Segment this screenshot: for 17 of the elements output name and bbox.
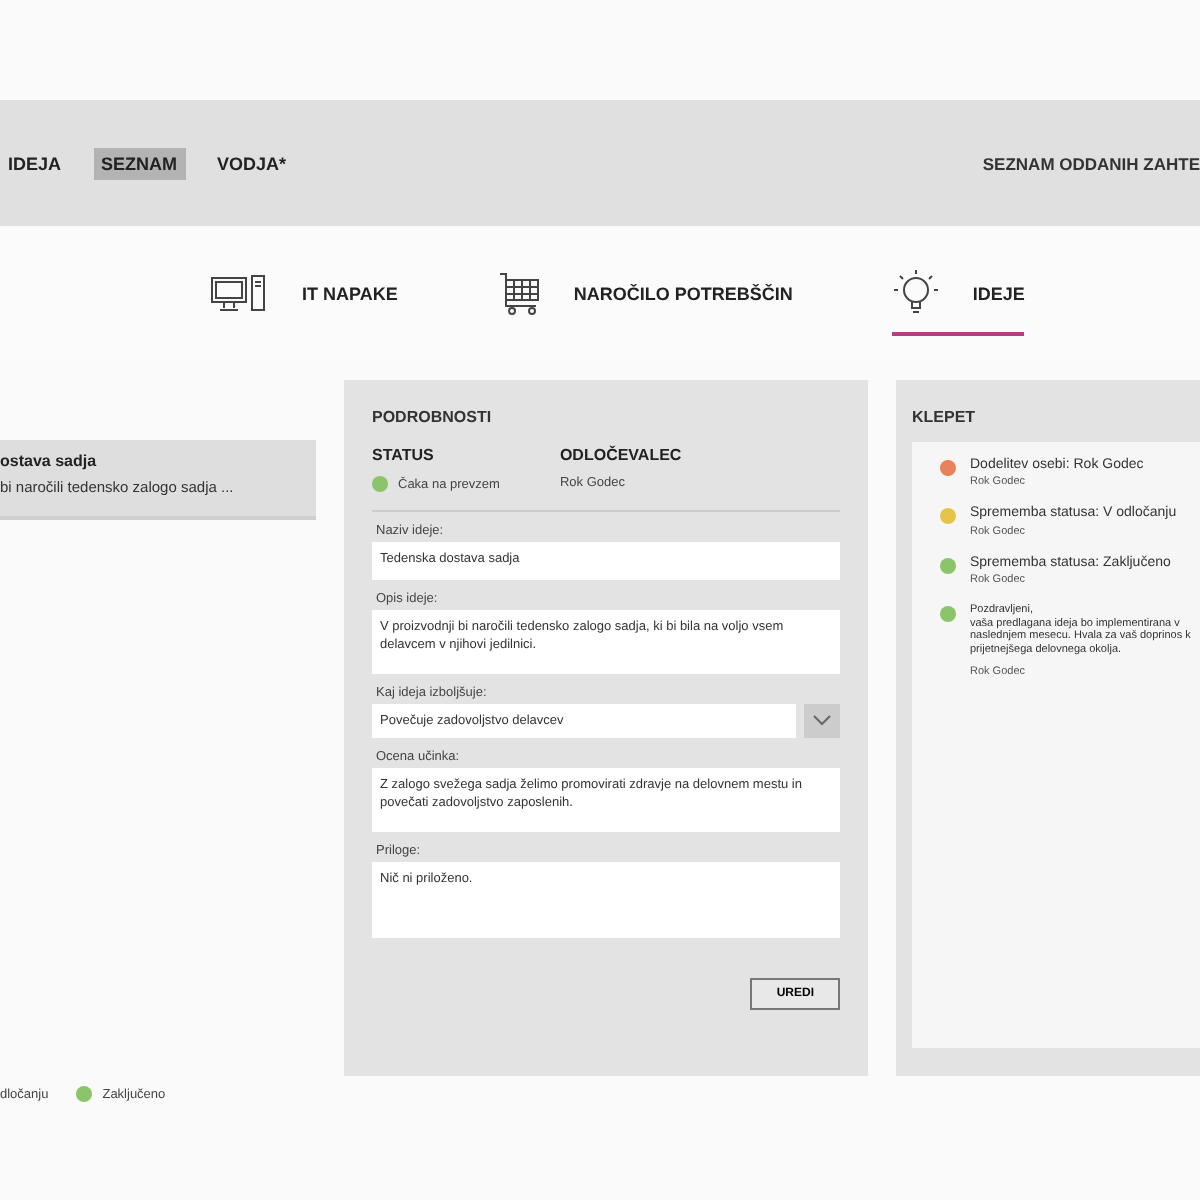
computer-icon (210, 273, 270, 313)
idea-title: ostava sadja (0, 452, 99, 470)
nav-tab[interactable]: IDEJA (0, 147, 70, 179)
panel-heading: KLEPET (912, 408, 978, 426)
category-tab[interactable]: IT NAPAKE (210, 257, 398, 329)
nav-link[interactable]: SEZNAM ODDANIH ZAHTE (982, 153, 1200, 173)
dropdown-button[interactable] (804, 703, 840, 738)
nav-tab[interactable]: VODJA* (209, 147, 295, 179)
category-tab[interactable]: NAROČILO POTREBŠČIN (497, 255, 793, 331)
cart-icon (497, 271, 542, 315)
lightbulb-icon (892, 267, 941, 319)
panel-heading: PODROBNOSTI (372, 408, 494, 426)
nav-tab[interactable]: SEZNAM (93, 147, 186, 179)
decider-heading: ODLOČEVALEC (559, 446, 682, 464)
category-tab[interactable]: IDEJE (892, 251, 1025, 335)
status-heading: STATUS (372, 446, 436, 464)
chevron-down-icon (812, 714, 832, 727)
